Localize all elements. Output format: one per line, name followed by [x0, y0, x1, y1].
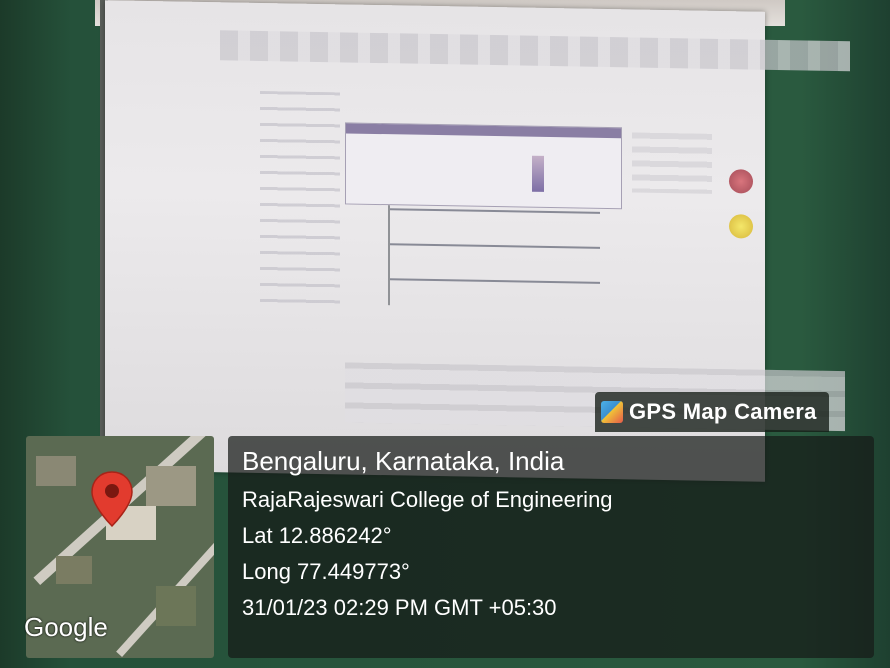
location-place: RajaRajeswari College of Engineering — [242, 487, 613, 512]
location-title: Bengaluru, Karnataka, India — [242, 446, 565, 476]
projected-project-tree — [260, 90, 340, 313]
projected-ladder-rung — [390, 278, 600, 284]
datetime-text: 31/01/23 02:29 PM GMT +05:30 — [242, 595, 557, 620]
projected-ladder-rung — [390, 208, 600, 214]
projected-menu-bar — [220, 30, 850, 72]
projected-ladder-rail — [388, 205, 390, 306]
yellow-lamp-indicator — [729, 214, 753, 239]
projected-side-panel — [632, 132, 712, 194]
projected-software-window — [220, 30, 850, 441]
longitude-text: Long 77.449773° — [242, 559, 410, 584]
projected-level-slider — [532, 155, 544, 192]
map-building — [56, 556, 92, 584]
red-lamp-indicator — [729, 169, 753, 194]
projected-dialog — [345, 122, 622, 210]
location-info: Bengaluru, Karnataka, India RajaRajeswar… — [242, 446, 613, 631]
gps-map-camera-icon — [601, 401, 623, 423]
map-attribution: Google — [24, 612, 108, 642]
latitude-text: Lat 12.886242° — [242, 523, 392, 548]
gps-camera-badge: GPS Map Camera — [595, 392, 829, 432]
map-building — [36, 456, 76, 486]
map-building — [146, 466, 196, 506]
brand-name: GPS Map Camera — [629, 399, 817, 424]
map-building — [156, 586, 196, 626]
projected-ladder-rung — [390, 243, 600, 249]
map-pin-icon — [91, 471, 133, 528]
